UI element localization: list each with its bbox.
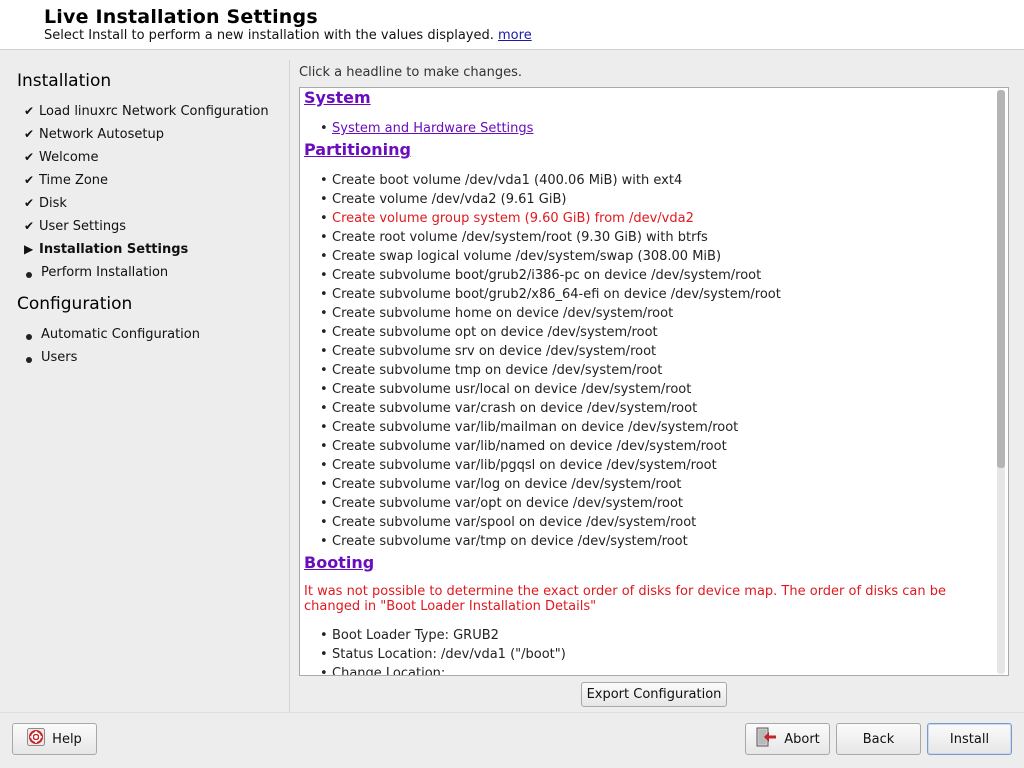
step-label: Automatic Configuration — [41, 327, 200, 342]
help-label: Help — [52, 731, 82, 747]
list-item: Create subvolume home on device /dev/sys… — [320, 304, 994, 323]
export-configuration-button[interactable]: Export Configuration — [581, 682, 727, 707]
checkmark-icon: ✔ — [24, 127, 35, 141]
list-item: Change Location: — [320, 664, 994, 675]
scrollbar-thumb[interactable] — [997, 90, 1005, 468]
list-item: Create volume /dev/vda2 (9.61 GiB) — [320, 190, 994, 209]
help-button[interactable]: Help — [12, 723, 97, 755]
install-button[interactable]: Install — [927, 723, 1012, 755]
more-link[interactable]: more — [498, 28, 532, 43]
step-time-zone: ✔ Time Zone — [24, 173, 108, 193]
step-label: Disk — [39, 196, 67, 211]
list-item: Create subvolume var/lib/named on device… — [320, 437, 994, 456]
booting-warning: It was not possible to determine the exa… — [304, 584, 947, 614]
checkmark-icon: ✔ — [24, 196, 35, 210]
installation-section-title: Installation — [17, 71, 112, 91]
partitioning-heading-link[interactable]: Partitioning — [304, 140, 994, 159]
booting-list: Boot Loader Type: GRUB2 Status Location:… — [304, 626, 994, 675]
sidebar-divider — [289, 60, 290, 712]
list-item: Status Location: /dev/vda1 ("/boot") — [320, 645, 994, 664]
exit-door-icon — [755, 726, 777, 752]
step-user-settings: ✔ User Settings — [24, 219, 126, 239]
list-item: Boot Loader Type: GRUB2 — [320, 626, 994, 645]
checkmark-icon: ✔ — [24, 173, 35, 187]
abort-button[interactable]: Abort — [745, 723, 830, 755]
summary-content: System System and Hardware Settings Part… — [304, 88, 994, 675]
system-hardware-link[interactable]: System and Hardware Settings — [332, 121, 533, 136]
step-welcome: ✔ Welcome — [24, 150, 98, 170]
step-load-linuxrc: ✔ Load linuxrc Network Configuration — [24, 104, 269, 124]
list-item: Create subvolume srv on device /dev/syst… — [320, 342, 994, 361]
partitioning-list: Create boot volume /dev/vda1 (400.06 MiB… — [304, 171, 994, 551]
list-item: Create subvolume boot/grub2/x86_64-efi o… — [320, 285, 994, 304]
list-item: Create subvolume var/tmp on device /dev/… — [320, 532, 994, 551]
configuration-section-title: Configuration — [17, 294, 133, 314]
list-item: Create subvolume boot/grub2/i386-pc on d… — [320, 266, 994, 285]
step-users: Users — [24, 350, 77, 370]
list-item: Create subvolume var/lib/mailman on devi… — [320, 418, 994, 437]
summary-panel[interactable]: System System and Hardware Settings Part… — [299, 87, 1009, 676]
system-heading-link[interactable]: System — [304, 88, 994, 107]
list-item: Create subvolume var/log on device /dev/… — [320, 475, 994, 494]
list-item: Create subvolume tmp on device /dev/syst… — [320, 361, 994, 380]
page-header: Live Installation Settings Select Instal… — [0, 0, 1024, 50]
step-perform-installation: Perform Installation — [24, 265, 168, 285]
footer-separator — [0, 712, 1024, 713]
step-automatic-configuration: Automatic Configuration — [24, 327, 200, 347]
subtitle-text: Select Install to perform a new installa… — [44, 28, 494, 43]
step-disk: ✔ Disk — [24, 196, 67, 216]
warning-list-item: Create volume group system (9.60 GiB) fr… — [320, 209, 994, 228]
step-label: Perform Installation — [41, 265, 169, 280]
back-button[interactable]: Back — [836, 723, 921, 755]
list-item: Create swap logical volume /dev/system/s… — [320, 247, 994, 266]
page-title: Live Installation Settings — [44, 6, 318, 28]
list-item: Create subvolume var/opt on device /dev/… — [320, 494, 994, 513]
list-item: Create root volume /dev/system/root (9.3… — [320, 228, 994, 247]
page-subtitle: Select Install to perform a new installa… — [44, 28, 532, 43]
booting-heading-link[interactable]: Booting — [304, 553, 994, 572]
checkmark-icon: ✔ — [24, 150, 35, 164]
step-label: Users — [41, 350, 78, 365]
checkmark-icon: ✔ — [24, 219, 35, 233]
step-label: Welcome — [39, 150, 99, 165]
current-arrow-icon: ▶ — [24, 242, 34, 256]
step-label: Installation Settings — [39, 242, 189, 257]
instruction-text: Click a headline to make changes. — [299, 65, 523, 80]
list-item: Create subvolume usr/local on device /de… — [320, 380, 994, 399]
bullet-icon — [26, 272, 32, 278]
list-item: Create subvolume var/lib/pgqsl on device… — [320, 456, 994, 475]
installer-window: Live Installation Settings Select Instal… — [0, 0, 1024, 768]
step-installation-settings: ▶ Installation Settings — [24, 242, 188, 262]
steps-sidebar: Installation ✔ Load linuxrc Network Confi… — [0, 51, 288, 711]
bullet-icon — [26, 334, 32, 340]
list-item: Create subvolume var/spool on device /de… — [320, 513, 994, 532]
list-item: Create subvolume opt on device /dev/syst… — [320, 323, 994, 342]
system-list: System and Hardware Settings — [304, 119, 994, 138]
lifebuoy-icon — [27, 728, 46, 750]
step-label: User Settings — [39, 219, 127, 234]
step-label: Load linuxrc Network Configuration — [39, 104, 269, 119]
abort-label: Abort — [784, 731, 820, 747]
list-item: System and Hardware Settings — [320, 119, 994, 138]
list-item: Create boot volume /dev/vda1 (400.06 MiB… — [320, 171, 994, 190]
bullet-icon — [26, 357, 32, 363]
step-label: Time Zone — [39, 173, 109, 188]
step-network-autosetup: ✔ Network Autosetup — [24, 127, 164, 147]
vertical-scrollbar[interactable] — [997, 90, 1005, 674]
checkmark-icon: ✔ — [24, 104, 35, 118]
step-label: Network Autosetup — [39, 127, 164, 142]
list-item: Create subvolume var/crash on device /de… — [320, 399, 994, 418]
